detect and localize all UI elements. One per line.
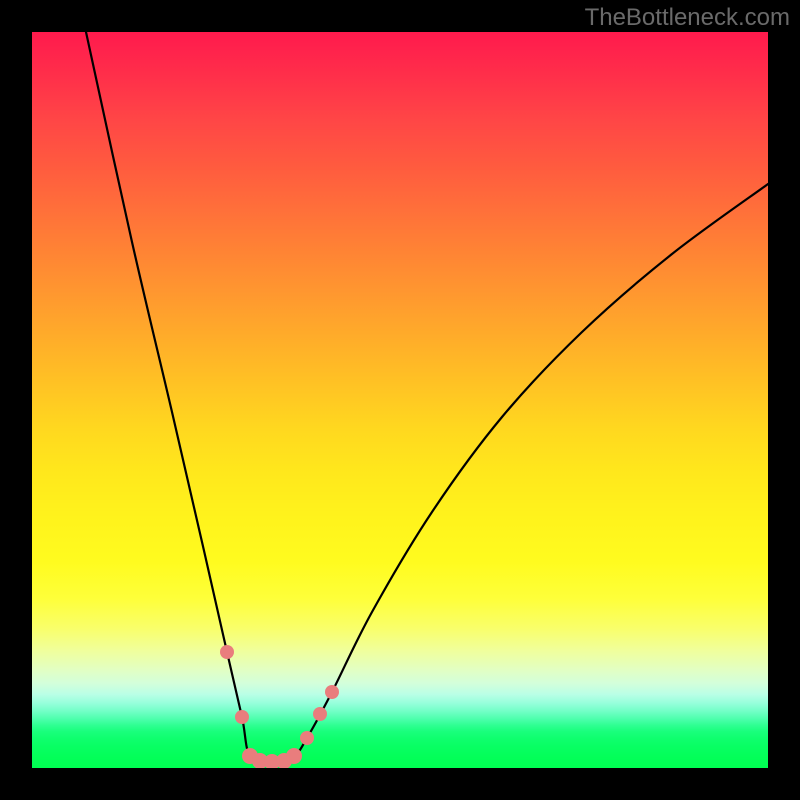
bottleneck-curve — [86, 32, 768, 762]
marker-dot — [325, 685, 339, 699]
marker-dot — [300, 731, 314, 745]
marker-dot — [313, 707, 327, 721]
marker-dot — [235, 710, 249, 724]
watermark-text: TheBottleneck.com — [585, 4, 790, 32]
marker-dot — [286, 748, 302, 764]
outer-frame: TheBottleneck.com — [0, 0, 800, 800]
curve-svg — [32, 32, 768, 768]
plot-area — [32, 32, 768, 768]
marker-dot — [220, 645, 234, 659]
curve-markers — [220, 645, 339, 768]
